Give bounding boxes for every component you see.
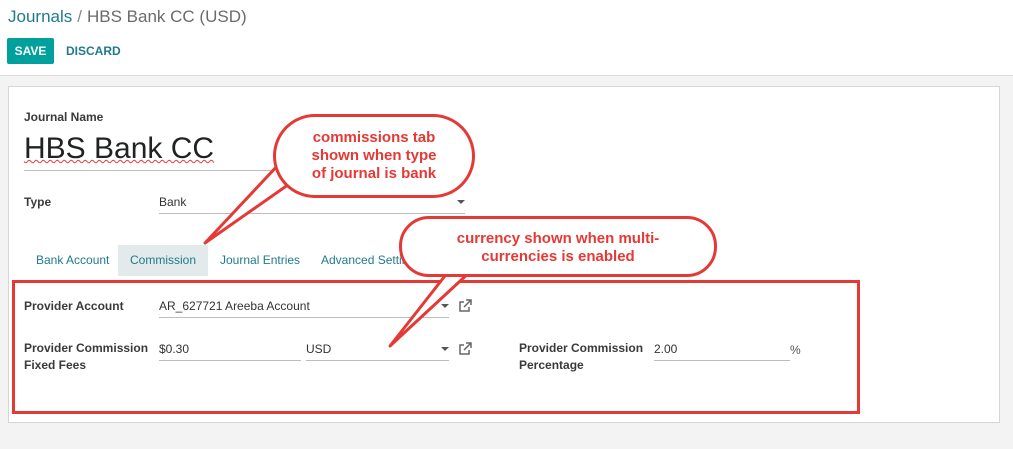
tab-commission[interactable]: Commission [118, 245, 209, 276]
breadcrumb: Journals / HBS Bank CC (USD) [8, 7, 247, 27]
journal-name-value: HBS Bank CC [24, 132, 215, 165]
callout-line: currency shown when multi- [456, 230, 660, 247]
tab-bank-account[interactable]: Bank Account [24, 245, 121, 276]
callout-line: of journal is bank [311, 165, 437, 182]
type-label: Type [24, 195, 52, 209]
chevron-down-icon [457, 200, 465, 204]
tab-journal-entries[interactable]: Journal Entries [208, 245, 312, 276]
commission-tab-callout: commissions tab shown when type of journ… [273, 114, 475, 198]
type-value: Bank [159, 195, 187, 209]
save-button[interactable]: SAVE [7, 38, 54, 64]
callout-line: shown when type [311, 147, 437, 164]
discard-button[interactable]: DISCARD [66, 38, 121, 64]
breadcrumb-separator: / [77, 7, 82, 26]
commission-fields-highlight [12, 280, 860, 414]
journal-name-label: Journal Name [24, 110, 104, 124]
callout-line: commissions tab [312, 129, 436, 146]
breadcrumb-journals-link[interactable]: Journals [8, 7, 72, 26]
currency-callout: currency shown when multi- currencies is… [399, 216, 717, 277]
breadcrumb-current: HBS Bank CC (USD) [87, 7, 247, 26]
control-panel: Journals / HBS Bank CC (USD) SAVE DISCARD [0, 0, 1013, 76]
callout-line: currencies is enabled [481, 248, 635, 265]
